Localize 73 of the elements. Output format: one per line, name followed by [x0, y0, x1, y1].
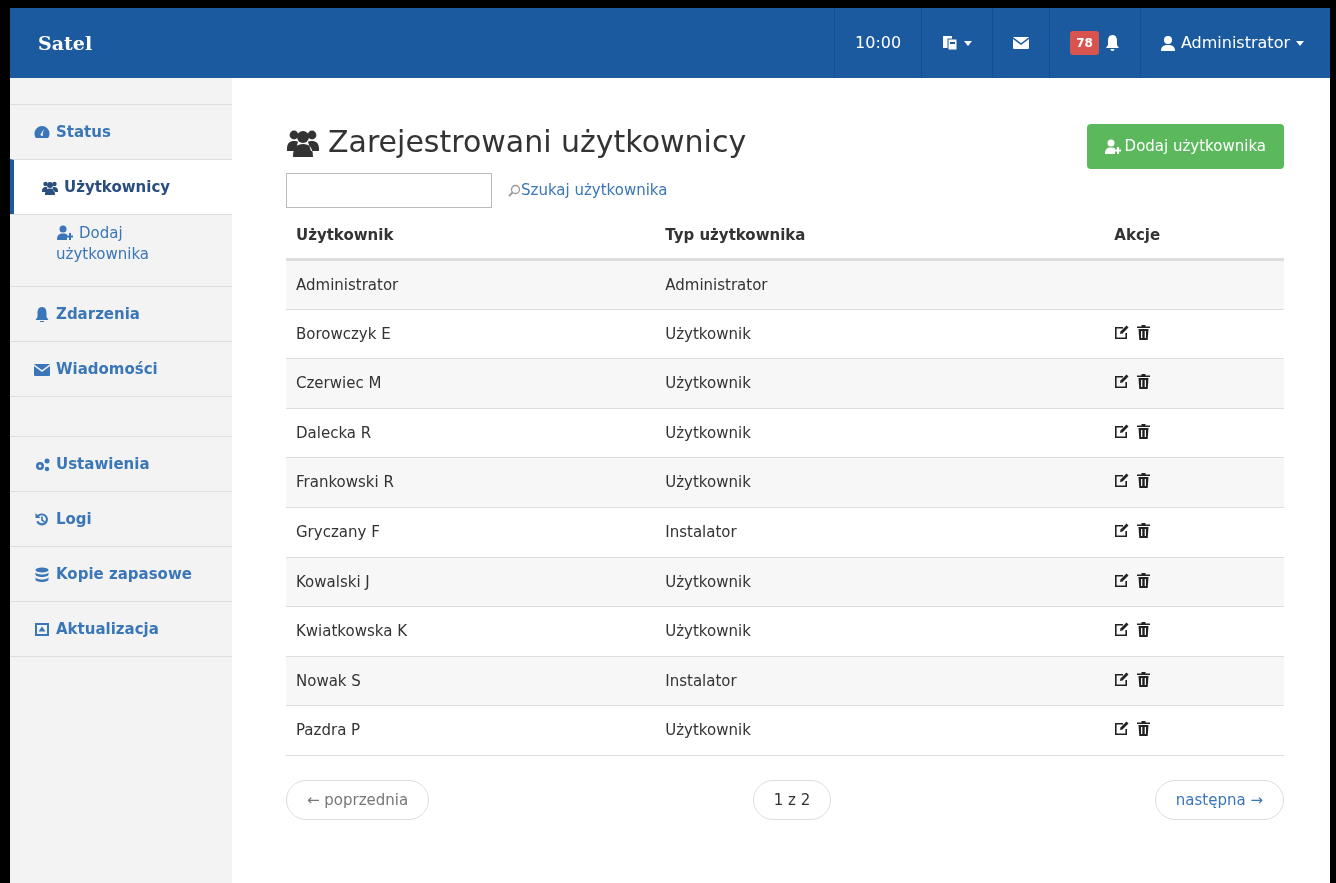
table-cell: Gryczany F	[286, 507, 656, 558]
table-cell: Użytkownik	[655, 309, 1105, 359]
table-cell: Administrator	[655, 259, 1105, 310]
table-cell: Administrator	[286, 259, 656, 310]
table-cell: Instalator	[655, 507, 1105, 558]
table-cell: Instalator	[655, 656, 1105, 706]
caret-icon	[1296, 40, 1304, 46]
sidebar-item[interactable]: Logi	[10, 491, 232, 546]
table-cell: Kwiatkowska K	[286, 606, 656, 657]
envelope-icon	[34, 361, 50, 377]
edit-icon[interactable]	[1114, 423, 1130, 438]
table-cell: Nowak S	[286, 656, 656, 706]
search-field[interactable]	[286, 172, 492, 208]
search-icon	[508, 183, 521, 197]
caret-icon	[964, 40, 973, 46]
sidebar-item[interactable]: Aktualizacja	[10, 601, 232, 656]
sidebar-item[interactable]: Zdarzenia	[10, 286, 232, 341]
add-user-icon	[1104, 138, 1121, 154]
edit-icon[interactable]	[1114, 374, 1130, 389]
trash-icon[interactable]	[1137, 324, 1151, 340]
sidebar-item[interactable]: Użytkownicy	[10, 159, 232, 214]
page-title: Zarejestrowani użytkownicy	[286, 124, 747, 160]
add-user-button[interactable]: Dodaj użytkownika	[1086, 124, 1284, 169]
edit-icon[interactable]	[1114, 572, 1130, 587]
notification-count: 78	[1070, 31, 1099, 55]
trash-icon[interactable]	[1137, 572, 1151, 588]
table-cell: Pazdra P	[286, 705, 656, 756]
table-cell: Borowczyk E	[286, 309, 656, 359]
table-cell: Użytkownik	[655, 358, 1105, 409]
table-cell: Kowalski J	[286, 557, 656, 607]
edit-icon[interactable]	[1114, 523, 1130, 537]
trash-icon[interactable]	[1137, 473, 1151, 489]
add-user-icon	[56, 225, 74, 240]
edit-icon[interactable]	[1114, 671, 1130, 686]
trash-icon[interactable]	[1137, 423, 1151, 439]
upload-icon	[34, 621, 50, 637]
table-cell: Użytkownik	[655, 408, 1105, 458]
trash-icon[interactable]	[1137, 523, 1151, 538]
table-cell: Dalecka R	[286, 408, 656, 458]
user-icon	[1160, 35, 1175, 51]
sidebar-item[interactable]: Ustawienia	[10, 436, 232, 491]
next-page-button[interactable]: następna →	[1154, 779, 1284, 821]
notifications-button[interactable]: 78	[1049, 8, 1140, 78]
sidebar-item[interactable]: Wiadomości	[10, 341, 232, 396]
trash-icon[interactable]	[1137, 374, 1151, 390]
bell-icon	[1104, 35, 1120, 51]
gears-icon	[34, 456, 50, 472]
trash-icon[interactable]	[1137, 721, 1151, 737]
search-link[interactable]: Szukaj użytkownika	[508, 178, 668, 202]
translate-icon	[942, 35, 959, 51]
database-icon	[34, 566, 50, 582]
table-cell: Użytkownik	[655, 606, 1105, 657]
envelope-icon	[1013, 37, 1030, 49]
bell-icon	[34, 306, 50, 322]
sidebar-subitem[interactable]: Dodaj użytkownika	[10, 214, 232, 286]
history-icon	[34, 511, 50, 527]
trash-icon[interactable]	[1137, 622, 1151, 638]
user-menu[interactable]: Administrator	[1139, 8, 1330, 78]
edit-icon[interactable]	[1114, 721, 1130, 736]
table-cell: Użytkownik	[655, 705, 1105, 756]
table-cell: Czerwiec M	[286, 358, 656, 409]
edit-icon[interactable]	[1114, 324, 1130, 339]
table-cell: Użytkownik	[655, 557, 1105, 607]
logo: Satel	[37, 30, 94, 56]
table-cell: Frankowski R	[286, 457, 656, 508]
edit-icon[interactable]	[1114, 622, 1130, 637]
edit-icon[interactable]	[1114, 473, 1130, 488]
trash-icon[interactable]	[1137, 671, 1151, 687]
users-icon	[42, 179, 58, 195]
clock-time: 10:00	[834, 8, 922, 78]
table-cell: Użytkownik	[655, 457, 1105, 508]
gauge-icon	[34, 124, 50, 140]
sidebar-item[interactable]: Kopie zapasowe	[10, 546, 232, 601]
